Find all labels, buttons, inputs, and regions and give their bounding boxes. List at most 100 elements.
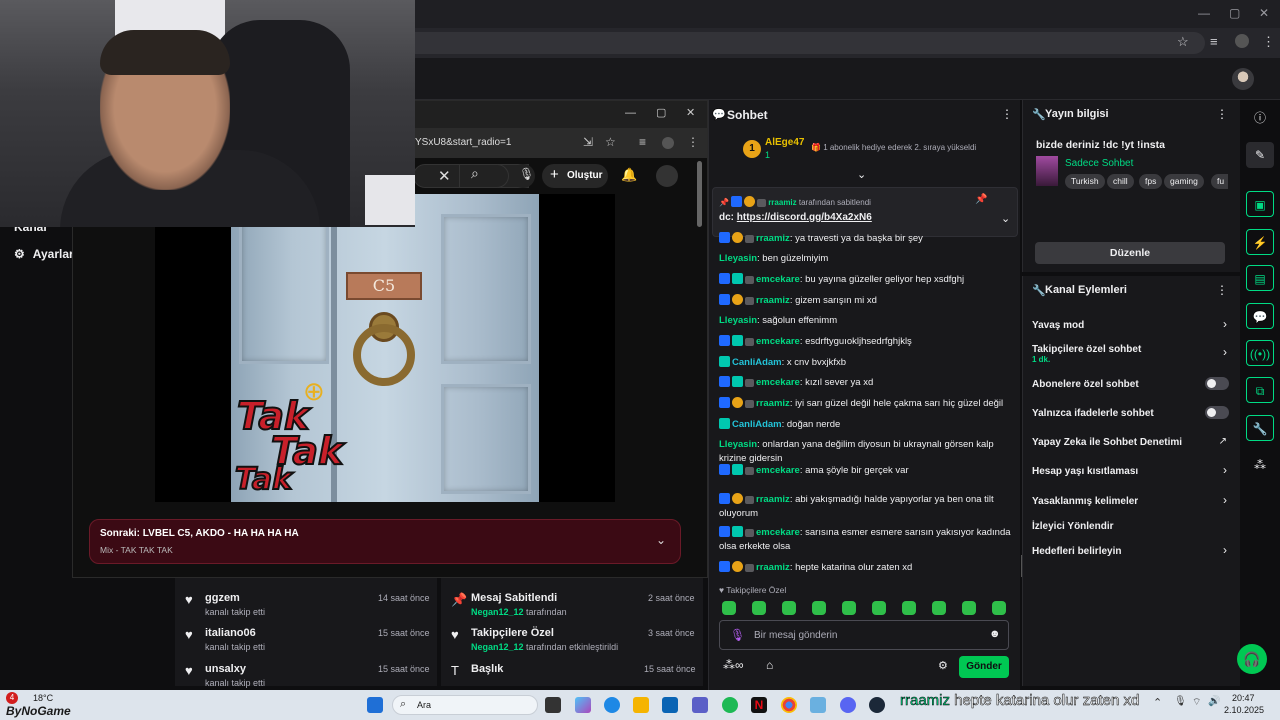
subs-only-toggle[interactable] [1205,377,1229,390]
up-next-bar[interactable]: Sonraki: LVBEL C5, AKDO - HA HA HA HA Mi… [89,519,681,564]
media-control-icon[interactable]: ≡ [1210,34,1218,49]
action-slow-mode[interactable]: Yavaş mod › [1023,316,1241,338]
chat-username[interactable]: Lleyasin [719,253,757,264]
chat-icon[interactable]: 💬 [1246,303,1274,329]
action-subs-only[interactable]: Abonelere özel sohbet [1023,375,1241,397]
chat-username[interactable]: rraamiz [756,494,790,505]
unpin-icon[interactable]: 📌 [975,194,987,205]
create-button[interactable]: + Oluştur [542,164,608,188]
marker-icon[interactable]: ⧉ [1246,377,1274,403]
emote-icon[interactable] [902,601,916,615]
popup-profile-icon[interactable] [662,137,674,149]
emote-icon[interactable] [962,601,976,615]
microphone-icon[interactable]: 🎙 [1174,696,1187,707]
pencil-icon[interactable]: ✎ [1246,142,1274,168]
copilot-icon[interactable] [575,697,591,713]
settings-gear-icon[interactable]: ⚙ [938,659,948,672]
youtube-search-button[interactable] [459,164,509,188]
feed-user[interactable]: Negan12_12 [471,607,524,617]
chevron-up-icon[interactable]: ⌃ [1153,696,1162,709]
steam-icon[interactable] [869,697,885,713]
chat-username[interactable]: CanliAdam [732,419,782,430]
media-control-icon[interactable]: ≡ [639,135,646,149]
emote-icon[interactable] [782,601,796,615]
edit-button[interactable]: Düzenle [1035,242,1225,264]
action-emote-only[interactable]: Yalnızca ifadelerle sohbet [1023,404,1241,426]
emoji-icon[interactable]: ☻ [989,628,1001,640]
file-explorer-icon[interactable] [633,697,649,713]
emote-icon[interactable] [722,601,736,615]
tag-chip[interactable]: Turkish [1065,174,1105,189]
clip-icon[interactable]: ▣ [1246,191,1274,217]
action-followers-only[interactable]: Takipçilere özel sohbet 1 dk. › [1023,340,1241,368]
emote-icon[interactable] [812,601,826,615]
volume-icon[interactable]: 🔊 [1208,696,1220,707]
bookmark-star-icon[interactable]: ☆ [605,135,616,149]
emote-icon[interactable] [992,601,1006,615]
chat-username[interactable]: emcekare [756,377,800,388]
wrench-icon[interactable]: 🔧 [1246,415,1274,441]
action-account-age[interactable]: Hesap yaşı kısıtlaması › [1023,462,1241,484]
chat-username[interactable]: emcekare [756,274,800,285]
address-bar[interactable] [300,32,1205,54]
clock-time[interactable]: 20:47 [1232,693,1255,703]
chat-username[interactable]: rraamiz [756,398,790,409]
bookmark-star-icon[interactable]: ☆ [1177,34,1189,50]
leader-name[interactable]: AlEge47 [765,137,804,148]
broadcast-icon[interactable]: ((•)) [1246,340,1274,366]
chrome-icon[interactable] [781,697,797,713]
chat-username[interactable]: CanliAdam [732,357,782,368]
popup-minimize-icon[interactable]: — [625,107,636,119]
tag-chip[interactable]: gaming [1164,174,1204,189]
browser-menu-icon[interactable]: ⋮ [1262,34,1275,50]
netflix-icon[interactable]: N [751,697,767,713]
popup-close-icon[interactable]: ✕ [686,106,695,119]
collapse-leaderboard-icon[interactable]: ⌄ [857,168,866,181]
action-goals[interactable]: Hedefleri belirleyin › [1023,542,1241,564]
chevron-down-icon[interactable]: ⌄ [656,533,666,547]
chat-username[interactable]: emcekare [756,465,800,476]
pinned-link[interactable]: https://discord.gg/b4Xa2xN6 [737,212,872,223]
app-icon[interactable] [810,697,826,713]
info-icon[interactable]: ⓘ [1246,105,1274,131]
store-icon[interactable]: ⌂ [766,658,773,672]
action-banned-words[interactable]: Yasaklanmış kelimeler › [1023,492,1241,514]
maximize-icon[interactable]: ▢ [1229,6,1240,20]
feed-user[interactable]: Negan12_12 [471,642,524,652]
task-view-icon[interactable] [545,697,561,713]
pinned-message[interactable]: 📌 rraamiz tarafından sabitlendi dc: http… [712,187,1018,237]
popup-maximize-icon[interactable]: ▢ [656,106,666,119]
chat-username[interactable]: emcekare [756,527,800,538]
popup-menu-icon[interactable]: ⋮ [687,135,699,149]
chevron-down-icon[interactable]: ⌄ [1001,212,1010,225]
actions-menu-icon[interactable]: ⋮ [1216,283,1228,297]
emote-icon[interactable] [932,601,946,615]
profile-avatar-icon[interactable] [1235,34,1249,48]
emote-icon[interactable] [872,601,886,615]
discord-icon[interactable] [840,697,856,713]
clock-date[interactable]: 2.10.2025 [1224,705,1264,715]
extensions-icon[interactable]: ⁂ [1246,452,1274,478]
youtube-avatar[interactable] [656,165,678,187]
action-raid[interactable]: İzleyici Yönlendir [1023,517,1241,539]
category-boxart[interactable] [1036,156,1058,186]
info-menu-icon[interactable]: ⋮ [1216,107,1228,121]
install-icon[interactable]: ⇲ [583,135,593,149]
chat-username[interactable]: Lleyasin [719,439,757,450]
teams-icon[interactable] [692,697,708,713]
chat-username[interactable]: rraamiz [756,295,790,306]
spotify-icon[interactable] [722,697,738,713]
weather-temp[interactable]: 18°C [33,693,53,703]
tag-chip[interactable]: chill [1107,174,1134,189]
emote-icon[interactable] [842,601,856,615]
pinned-by-user[interactable]: rraamiz [768,198,796,207]
send-button[interactable]: Gönder [959,656,1009,678]
tag-chip[interactable]: fps [1139,174,1163,189]
chat-username[interactable]: emcekare [756,336,800,347]
ad-icon[interactable]: ▤ [1246,265,1274,291]
user-avatar[interactable] [1232,68,1254,90]
chat-username[interactable]: rraamiz [756,233,790,244]
close-icon[interactable]: ✕ [1259,6,1269,20]
clear-search-icon[interactable]: ✕ [438,167,451,185]
nav-item-ayarlar[interactable]: ⚙ Ayarlar [14,247,74,261]
